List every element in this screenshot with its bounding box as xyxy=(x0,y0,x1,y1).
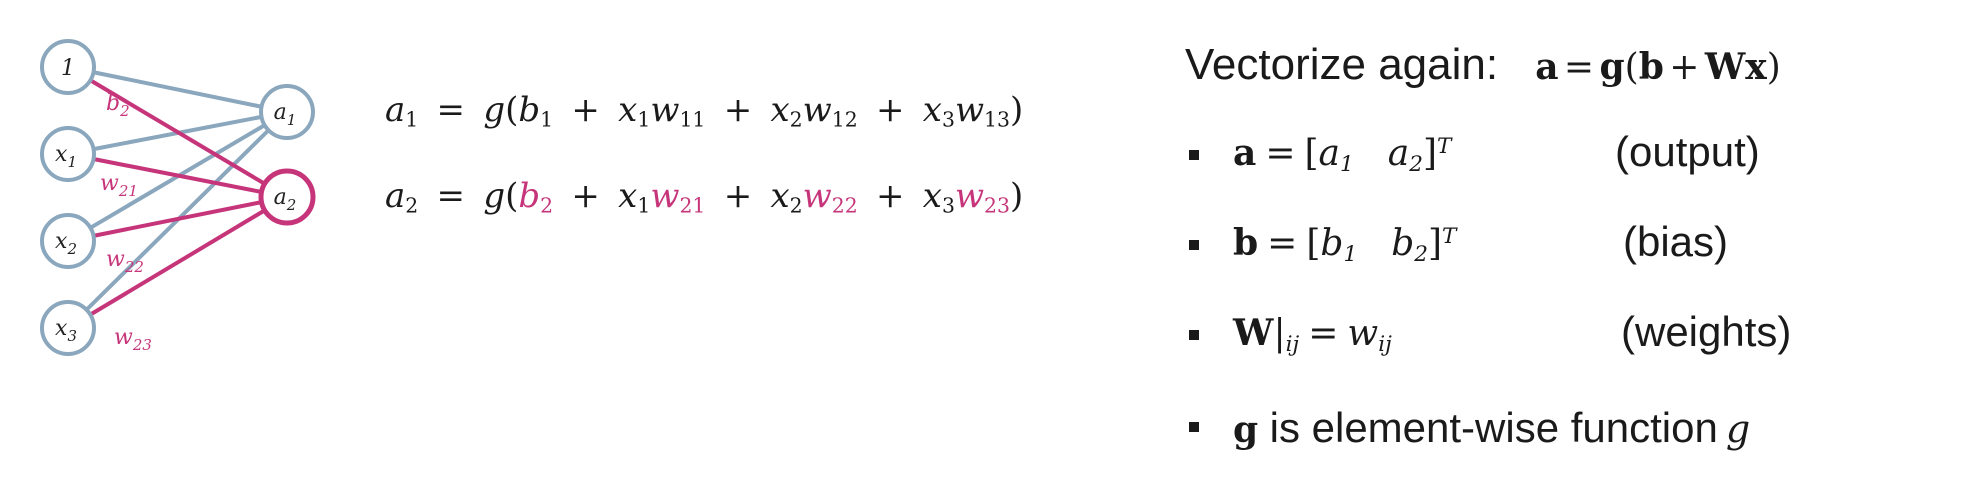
bullet-marker xyxy=(1189,422,1199,432)
bias-note: (bias) xyxy=(1623,218,1729,265)
equation-a2: a2 = g(b2 + x1w21 + x2w22 + x3w23) xyxy=(385,176,1024,218)
vectorize-formula: a = g(b + Wx) xyxy=(1535,46,1781,88)
neural-network-diagram: 1 x1 x2 x3 a1 a2 b2 w21 w22 w23 xyxy=(40,39,316,356)
bullet-marker xyxy=(1189,150,1199,160)
equation-a1: a1 = g(b1 + x1w11 + x2w12 + x3w13) xyxy=(385,90,1024,132)
weight-label-w23: w23 xyxy=(114,325,152,354)
edge-in2-a2 xyxy=(91,200,264,238)
weight-label-w22: w22 xyxy=(106,247,144,276)
vectorize-heading: Vectorize again: a = g(b + Wx) xyxy=(1185,40,1781,90)
vectorize-heading-text: Vectorize again: xyxy=(1185,40,1499,89)
weight-label-b2: b2 xyxy=(106,91,130,120)
bullet-marker xyxy=(1189,330,1199,340)
weight-label-w21: w21 xyxy=(100,171,138,200)
input-node-bias-label: 1 xyxy=(61,56,75,81)
output-vector-definition: a = [a1 a2]T xyxy=(1233,132,1452,178)
output-note: (output) xyxy=(1615,128,1760,175)
weight-matrix-definition: W|ij = wij xyxy=(1233,312,1392,358)
g-function-definition: g is element-wise function g xyxy=(1233,404,1751,451)
bias-vector-definition: b = [b1 b2]T xyxy=(1233,222,1457,268)
weights-note: (weights) xyxy=(1621,308,1792,355)
bullet-marker xyxy=(1189,240,1199,250)
